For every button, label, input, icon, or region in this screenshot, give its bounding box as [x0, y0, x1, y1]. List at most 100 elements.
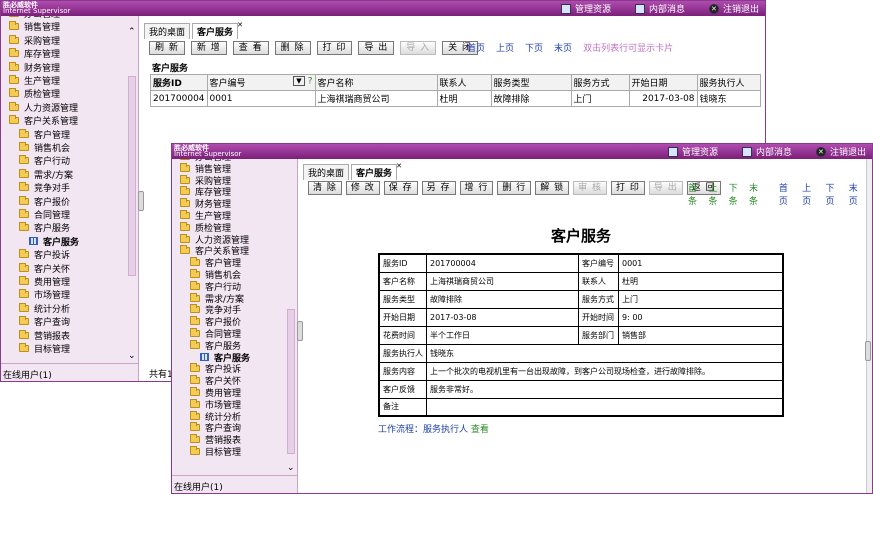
record-prev[interactable]: 上条	[708, 181, 720, 207]
back-sidebar-item-1[interactable]: 销售管理	[9, 20, 60, 33]
tab-desktop[interactable]: 我的桌面	[144, 23, 191, 39]
back-sidebar-item-5[interactable]: 生产管理	[9, 74, 60, 87]
header-link-messages[interactable]: 内部消息	[741, 145, 792, 158]
back-sidebar-after-item-0[interactable]: 客户投诉	[19, 248, 70, 261]
back-sidebar-sub-item-6[interactable]: 合同管理	[19, 208, 70, 221]
record-next[interactable]: 下条	[729, 181, 741, 207]
record-last[interactable]: 末条	[749, 181, 761, 207]
chevron-up-icon[interactable]: ⌃	[128, 28, 136, 37]
front-sidebar-after-item-7[interactable]: 目标管理	[190, 445, 241, 458]
col-contact[interactable]: 联系人	[436, 74, 492, 91]
header-link-logout[interactable]: ✕ 注销退出	[815, 145, 866, 158]
front-toolbar-button-1[interactable]: 修 改	[345, 181, 380, 195]
front-toolbar-button-7[interactable]: 审 核	[573, 181, 607, 195]
page-prev[interactable]: 上页	[496, 41, 514, 54]
tab-customer-service[interactable]: 客户服务 ✕	[192, 21, 243, 39]
workflow-step-executor[interactable]: 服务执行人	[423, 425, 468, 435]
front-toolbar-button-6[interactable]: 解 锁	[535, 181, 570, 195]
online-users-bar[interactable]: 在线用户(1)	[172, 475, 297, 493]
col-service-method[interactable]: 服务方式	[570, 74, 630, 91]
back-toolbar-button-2[interactable]: 查 看	[232, 41, 269, 55]
page-last[interactable]: 末页	[554, 41, 572, 54]
tab-desktop[interactable]: 我的桌面	[303, 164, 350, 180]
back-sidebar-item-0[interactable]: 办公管理	[9, 16, 60, 20]
page-last[interactable]: 末页	[849, 181, 861, 207]
header-link-resources[interactable]: 管理资源	[560, 2, 611, 15]
back-sidebar-sub-item-4[interactable]: 竞争对手	[19, 181, 70, 194]
value-contact[interactable]: 杜明	[618, 271, 784, 291]
page-first[interactable]: 首页	[467, 41, 485, 54]
back-toolbar-button-5[interactable]: 导 出	[358, 41, 395, 55]
back-sidebar-after-item-3[interactable]: 市场管理	[19, 288, 70, 301]
front-toolbar-button-3[interactable]: 另 存	[421, 181, 456, 195]
close-icon[interactable]: ✕	[237, 21, 243, 29]
back-toolbar-button-6[interactable]: 导 入	[400, 41, 437, 55]
value-service-content[interactable]: 上一个批次的电视机里有一台出现故障，到客户公司现场检查，进行故障排除。	[426, 361, 784, 381]
page-first[interactable]: 首页	[779, 181, 791, 207]
online-users-bar[interactable]: 在线用户(1)	[1, 363, 138, 381]
col-start-date[interactable]: 开始日期	[628, 74, 698, 91]
value-customer-no[interactable]: 0001	[618, 253, 784, 273]
back-toolbar-button-3[interactable]: 删 除	[274, 41, 311, 55]
back-sidebar-after-item-4[interactable]: 统计分析	[19, 302, 70, 315]
col-customer-name[interactable]: 客户名称	[314, 74, 438, 91]
col-customer-no[interactable]: 客户编号 ▼ ?	[206, 74, 316, 91]
front-toolbar-button-4[interactable]: 增 行	[459, 181, 494, 195]
back-sidebar-sub-item-0[interactable]: 客户管理	[19, 128, 70, 141]
header-link-resources[interactable]: 管理资源	[667, 145, 718, 158]
record-first[interactable]: 首条	[688, 181, 700, 207]
value-service-id[interactable]: 201700004	[426, 253, 579, 273]
page-next[interactable]: 下页	[825, 181, 837, 207]
value-service-type[interactable]: 故障排除	[426, 289, 579, 309]
back-sidebar-after-item-2[interactable]: 费用管理	[19, 275, 70, 288]
value-start-time[interactable]: 9: 00	[618, 307, 784, 327]
workflow-view-link[interactable]: 查看	[471, 425, 489, 435]
header-link-logout[interactable]: ✕ 注销退出	[708, 2, 759, 15]
front-toolbar-button-5[interactable]: 删 行	[497, 181, 532, 195]
page-prev[interactable]: 上页	[802, 181, 814, 207]
back-sidebar-item-8[interactable]: 客户关系管理	[9, 114, 78, 127]
back-toolbar-button-4[interactable]: 打 印	[316, 41, 353, 55]
back-sidebar-active-item[interactable]: 客户服务	[29, 235, 79, 248]
close-icon[interactable]: ✕	[396, 162, 402, 170]
header-link-messages[interactable]: 内部消息	[634, 2, 685, 15]
sidebar-scrollbar[interactable]: ⌄	[285, 159, 297, 475]
back-sidebar-sub-item-3[interactable]: 需求/方案	[19, 168, 73, 181]
value-start-date[interactable]: 2017-03-08	[426, 307, 579, 327]
scrollbar-thumb[interactable]	[287, 309, 295, 454]
col-executor[interactable]: 服务执行人	[696, 74, 762, 91]
back-sidebar-item-4[interactable]: 财务管理	[9, 61, 60, 74]
scrollbar-thumb[interactable]	[128, 76, 136, 276]
table-row[interactable]: 201700004 0001 上海祺瑞商贸公司 杜明 故障排除 上门 2017-…	[150, 90, 762, 107]
back-sidebar-item-2[interactable]: 采购管理	[9, 34, 60, 47]
value-executor[interactable]: 钱晓东	[426, 343, 784, 363]
front-toolbar-button-0[interactable]: 清 除	[308, 181, 342, 195]
tab-customer-service[interactable]: 客户服务 ✕	[351, 162, 402, 180]
back-sidebar-item-3[interactable]: 库存管理	[9, 47, 60, 60]
back-toolbar-button-0[interactable]: 刷 新	[149, 41, 185, 55]
back-sidebar-sub-item-7[interactable]: 客户服务	[19, 221, 70, 234]
back-sidebar-after-item-5[interactable]: 客户查询	[19, 315, 70, 328]
value-cost-time[interactable]: 半个工作日	[426, 325, 579, 345]
back-sidebar-after-item-1[interactable]: 客户关怀	[19, 262, 70, 275]
front-toolbar-button-9[interactable]: 导 出	[648, 181, 683, 195]
column-filter-dropdown[interactable]: ▼	[292, 76, 305, 86]
front-toolbar-button-8[interactable]: 打 印	[611, 181, 645, 195]
value-feedback[interactable]: 服务非常好。	[426, 379, 784, 399]
back-sidebar-sub-item-5[interactable]: 客户报价	[19, 195, 70, 208]
page-next[interactable]: 下页	[525, 41, 543, 54]
back-toolbar-button-1[interactable]: 新 增	[190, 41, 227, 55]
front-toolbar-button-2[interactable]: 保 存	[383, 181, 418, 195]
value-note[interactable]	[426, 397, 784, 417]
col-service-type[interactable]: 服务类型	[490, 74, 572, 91]
chevron-down-icon[interactable]: ⌄	[128, 352, 136, 361]
value-service-method[interactable]: 上门	[618, 289, 784, 309]
value-customer-name[interactable]: 上海祺瑞商贸公司	[426, 271, 579, 291]
sidebar-scrollbar[interactable]: ⌃ ⌄	[126, 16, 138, 363]
right-collapse-handle[interactable]	[865, 341, 871, 361]
col-service-id[interactable]: 服务ID	[150, 74, 208, 91]
help-icon[interactable]: ?	[308, 77, 313, 87]
back-sidebar-item-6[interactable]: 质检管理	[9, 87, 60, 100]
back-sidebar-after-item-6[interactable]: 营销报表	[19, 329, 70, 342]
back-sidebar-sub-item-2[interactable]: 客户行动	[19, 154, 70, 167]
